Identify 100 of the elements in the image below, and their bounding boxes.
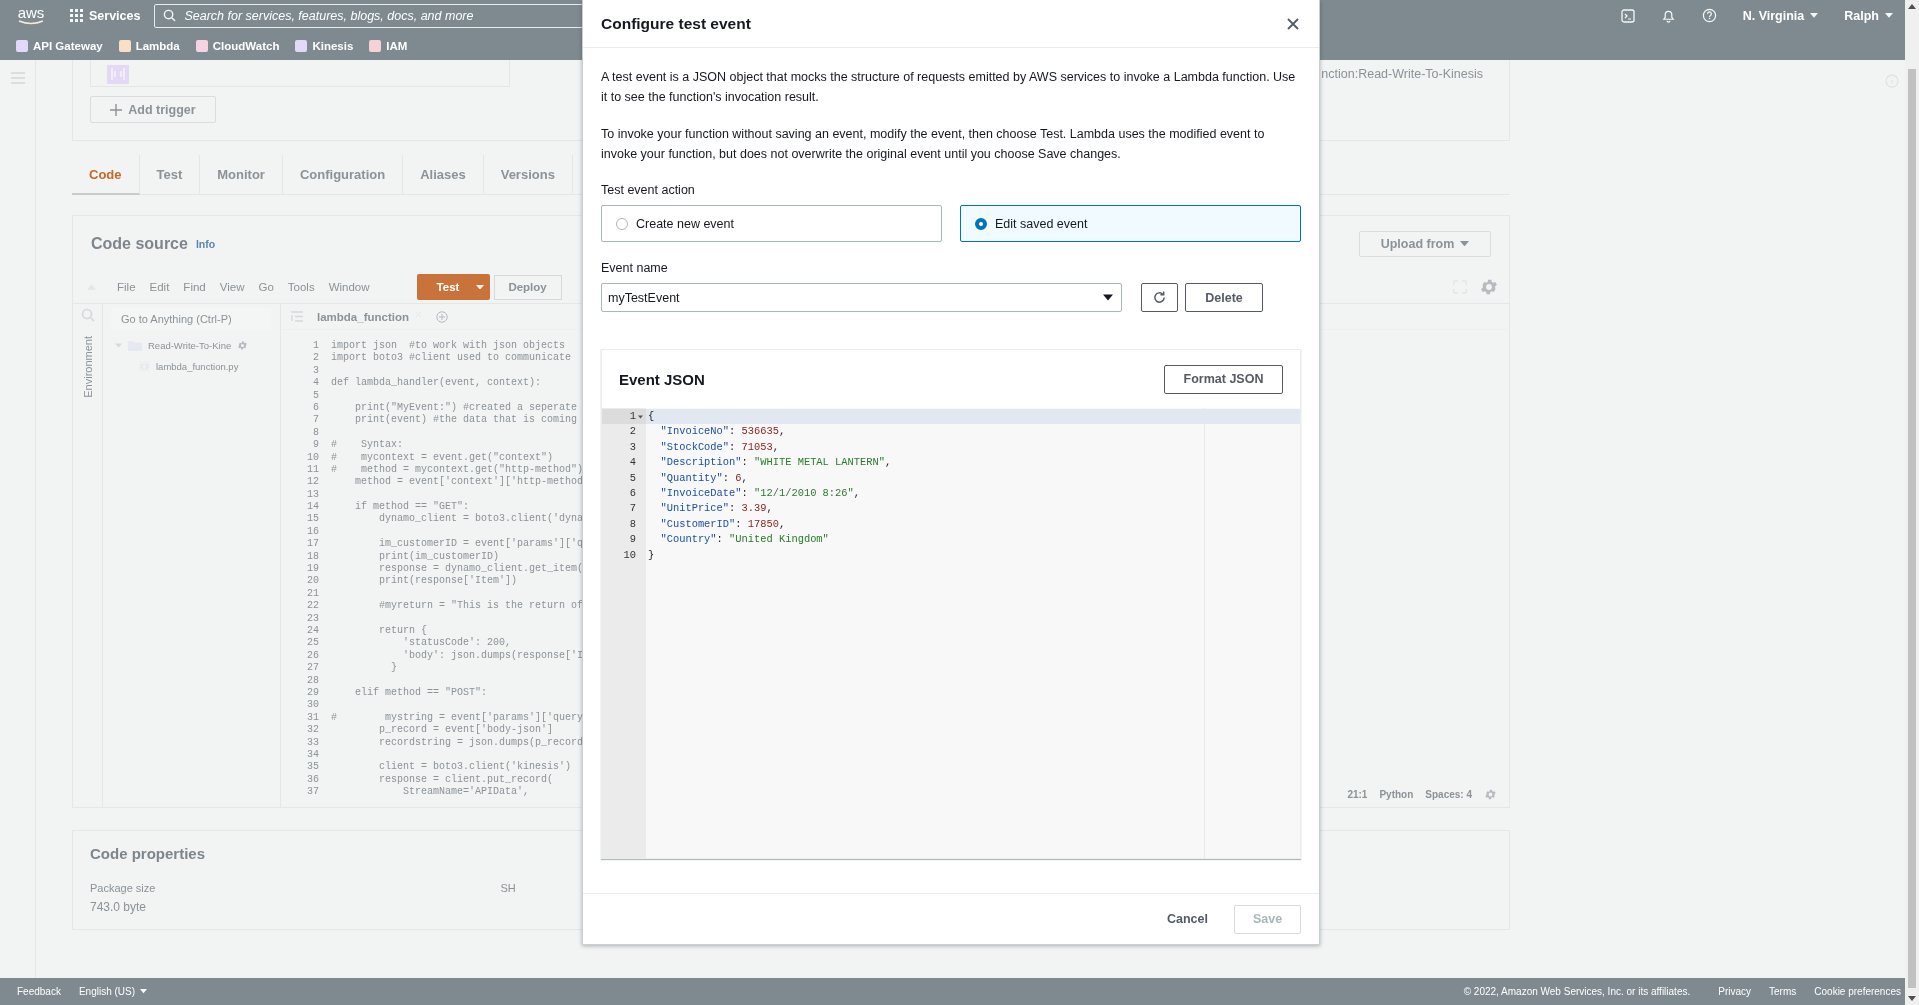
- radio-tile[interactable]: Edit saved event: [960, 205, 1301, 242]
- line-number: 27: [306, 662, 319, 675]
- tab[interactable]: Aliases: [403, 155, 484, 195]
- field-value: 743.0 byte: [90, 900, 148, 914]
- radio-tile[interactable]: Create new event: [601, 205, 942, 242]
- file-tab[interactable]: lambda_function: [317, 310, 422, 323]
- line-number: 14: [306, 501, 319, 514]
- line-number: 9: [312, 439, 319, 452]
- delete-button[interactable]: Delete: [1185, 283, 1263, 312]
- bell-icon[interactable]: [1660, 8, 1676, 23]
- code-line: "Quantity": 6,: [659, 470, 748, 486]
- gear-icon[interactable]: [237, 340, 249, 351]
- footer-link[interactable]: Privacy: [1718, 986, 1752, 997]
- menu-item[interactable]: Edit: [142, 281, 177, 293]
- menu-item[interactable]: Tools: [280, 281, 322, 293]
- refresh-button[interactable]: [1141, 283, 1178, 312]
- code-line: # method = mycontext.get("http-method"): [331, 463, 584, 476]
- scroll-down-icon[interactable]: [1908, 996, 1916, 1001]
- region-menu[interactable]: N. Virginia: [1742, 8, 1819, 23]
- event-name-select[interactable]: myTestEvent: [601, 283, 1122, 312]
- cancel-button[interactable]: Cancel: [1161, 911, 1214, 927]
- trigger-card[interactable]: [90, 60, 510, 87]
- gear-icon[interactable]: [1479, 277, 1499, 297]
- tab[interactable]: Code: [72, 155, 140, 195]
- caret-icon: [140, 989, 148, 994]
- menu-item[interactable]: Find: [176, 281, 213, 293]
- favorite-link[interactable]: API Gateway: [16, 39, 103, 52]
- code-line: response = dynamo_client.get_item(: [378, 563, 584, 575]
- field-label: SH: [500, 882, 516, 894]
- tab[interactable]: Versions: [483, 155, 573, 195]
- dropdown-icon: [475, 284, 484, 290]
- menu-item[interactable]: Go: [251, 281, 281, 293]
- line-number: 24: [306, 625, 319, 638]
- line-number: 7: [629, 501, 636, 517]
- favorite-link[interactable]: Kinesis: [295, 39, 354, 52]
- test-button[interactable]: Test: [416, 274, 490, 300]
- favorite-link[interactable]: Lambda: [118, 39, 180, 52]
- tree-file-entry[interactable]: lambda_function.py: [111, 361, 272, 372]
- line-number: 33: [306, 736, 319, 749]
- code-line: recordstring = json.dumps(p_record: [378, 736, 584, 749]
- feedback-link[interactable]: Feedback: [17, 986, 61, 997]
- add-tab-icon[interactable]: [436, 310, 448, 323]
- radio-button[interactable]: [975, 217, 987, 230]
- line-number: 23: [306, 612, 319, 625]
- upload-from-button[interactable]: Upload from: [1359, 230, 1491, 257]
- line-number: 8: [312, 426, 319, 440]
- line-number: 5: [629, 470, 636, 486]
- folder-item[interactable]: Read-Write-To-Kine: [111, 340, 272, 351]
- services-menu[interactable]: Services: [70, 8, 141, 23]
- line-number: 3: [629, 439, 636, 455]
- favorite-link[interactable]: IAM: [369, 39, 408, 52]
- code-line: elif method == "POST":: [354, 686, 488, 700]
- tab[interactable]: Test: [139, 155, 201, 195]
- code-line: def lambda_handler(event, context):: [331, 377, 542, 390]
- terminal-icon[interactable]: [1620, 8, 1635, 23]
- line-number: 13: [306, 488, 319, 502]
- line-number: 2: [312, 352, 319, 365]
- code-line: "Country": "United Kingdom": [659, 532, 829, 548]
- add-trigger-button[interactable]: Add trigger: [90, 96, 216, 123]
- code-line: "InvoiceNo": 536635,: [659, 424, 786, 440]
- favorite-link[interactable]: CloudWatch: [195, 39, 280, 52]
- code-line: }: [390, 662, 397, 675]
- menu-item[interactable]: File: [110, 281, 143, 293]
- footer-link[interactable]: Cookie preferences: [1814, 986, 1901, 997]
- info-link[interactable]: Info: [195, 237, 216, 250]
- code-line: im_customerID = event['params']['q: [378, 538, 584, 551]
- close-button[interactable]: [1285, 15, 1301, 32]
- line-number: 26: [306, 649, 319, 663]
- caret-icon: [1810, 13, 1819, 18]
- line-number: 32: [306, 724, 319, 737]
- deploy-button[interactable]: Deploy: [493, 274, 562, 300]
- aws-logo[interactable]: aws: [16, 6, 46, 25]
- radio-button[interactable]: [616, 217, 628, 230]
- menu-item[interactable]: Window: [321, 281, 377, 293]
- line-number: 5: [312, 389, 319, 402]
- help-icon[interactable]: [1701, 8, 1717, 23]
- tab[interactable]: Monitor: [200, 155, 283, 195]
- user-menu[interactable]: Ralph: [1844, 8, 1893, 23]
- line-number: 11: [306, 463, 319, 477]
- menu-item[interactable]: View: [212, 281, 252, 293]
- line-number: 17: [306, 538, 319, 551]
- gear-icon[interactable]: [1484, 787, 1497, 801]
- list-icon[interactable]: [291, 311, 303, 322]
- code-line: print(response['Item']): [378, 575, 518, 588]
- code-line: #myreturn = "This is the return of: [378, 600, 584, 613]
- format-json-button[interactable]: Format JSON: [1164, 364, 1283, 394]
- environment-tab[interactable]: Environment: [81, 332, 94, 402]
- footer-link[interactable]: Terms: [1769, 986, 1797, 997]
- language-menu[interactable]: English (US): [78, 986, 148, 997]
- status-text: Spaces: 4: [1425, 788, 1472, 800]
- code-line: }: [648, 547, 655, 563]
- code-line: response = client.put_record(: [378, 773, 554, 786]
- scroll-up-icon[interactable]: [1908, 4, 1916, 9]
- search-icon[interactable]: [80, 308, 95, 322]
- line-number: 16: [306, 525, 319, 539]
- tab[interactable]: Configuration: [282, 155, 404, 195]
- line-number: 25: [306, 637, 319, 650]
- fold-icon[interactable]: [638, 414, 643, 419]
- line-number: 1: [312, 340, 319, 353]
- line-number: 15: [306, 513, 319, 526]
